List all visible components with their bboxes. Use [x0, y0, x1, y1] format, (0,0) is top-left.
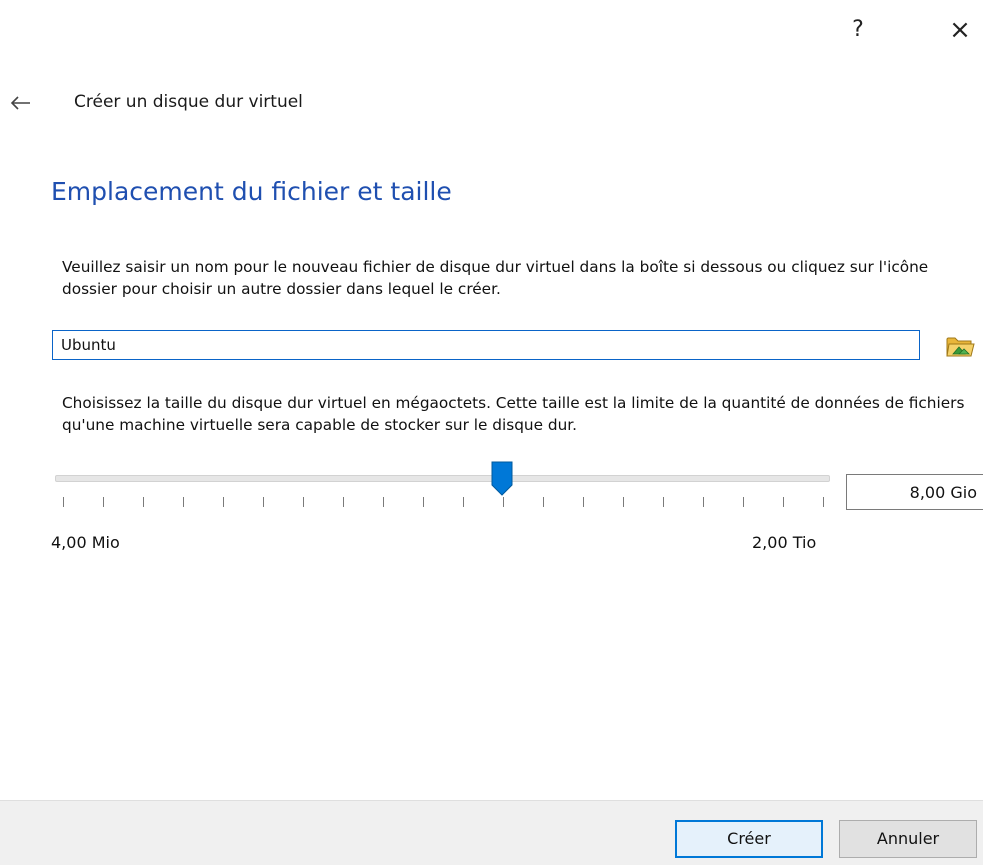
slider-tick	[703, 497, 704, 507]
slider-tick	[383, 497, 384, 507]
name-description: Veuillez saisir un nom pour le nouveau f…	[62, 258, 929, 298]
slider-tick	[743, 497, 744, 507]
size-max-label: 2,00 Tio	[752, 533, 817, 552]
slider-tick	[263, 497, 264, 507]
slider-tick	[783, 497, 784, 507]
slider-tick	[423, 497, 424, 507]
wizard-title: Créer un disque dur virtuel	[74, 92, 303, 112]
slider-tick	[583, 497, 584, 507]
size-min-label: 4,00 Mio	[51, 533, 120, 552]
size-slider[interactable]	[55, 475, 830, 482]
slider-tick	[303, 497, 304, 507]
page-heading: Emplacement du fichier et taille	[51, 177, 452, 206]
cancel-button[interactable]: Annuler	[839, 820, 977, 858]
create-button[interactable]: Créer	[675, 820, 823, 858]
slider-tick	[823, 497, 824, 507]
slider-tick	[463, 497, 464, 507]
slider-tick	[623, 497, 624, 507]
arrow-left-icon[interactable]	[8, 90, 34, 116]
close-button[interactable]: ×	[946, 14, 974, 46]
slider-tick	[63, 497, 64, 507]
slider-thumb[interactable]	[491, 461, 513, 497]
folder-icon[interactable]	[944, 332, 976, 360]
size-value-input[interactable]	[846, 474, 983, 510]
size-description: Choisissez la taille du disque dur virtu…	[62, 394, 965, 434]
slider-tick	[663, 497, 664, 507]
slider-tick	[503, 497, 504, 507]
dialog-footer	[0, 800, 983, 865]
help-button[interactable]: ?	[846, 14, 870, 46]
slider-tick	[343, 497, 344, 507]
create-virtual-disk-dialog: ? × Créer un disque dur virtuel Emplacem…	[0, 0, 983, 865]
slider-tick	[183, 497, 184, 507]
slider-tick	[103, 497, 104, 507]
slider-tick	[543, 497, 544, 507]
disk-name-input[interactable]	[52, 330, 920, 360]
slider-tick	[143, 497, 144, 507]
slider-tick	[223, 497, 224, 507]
